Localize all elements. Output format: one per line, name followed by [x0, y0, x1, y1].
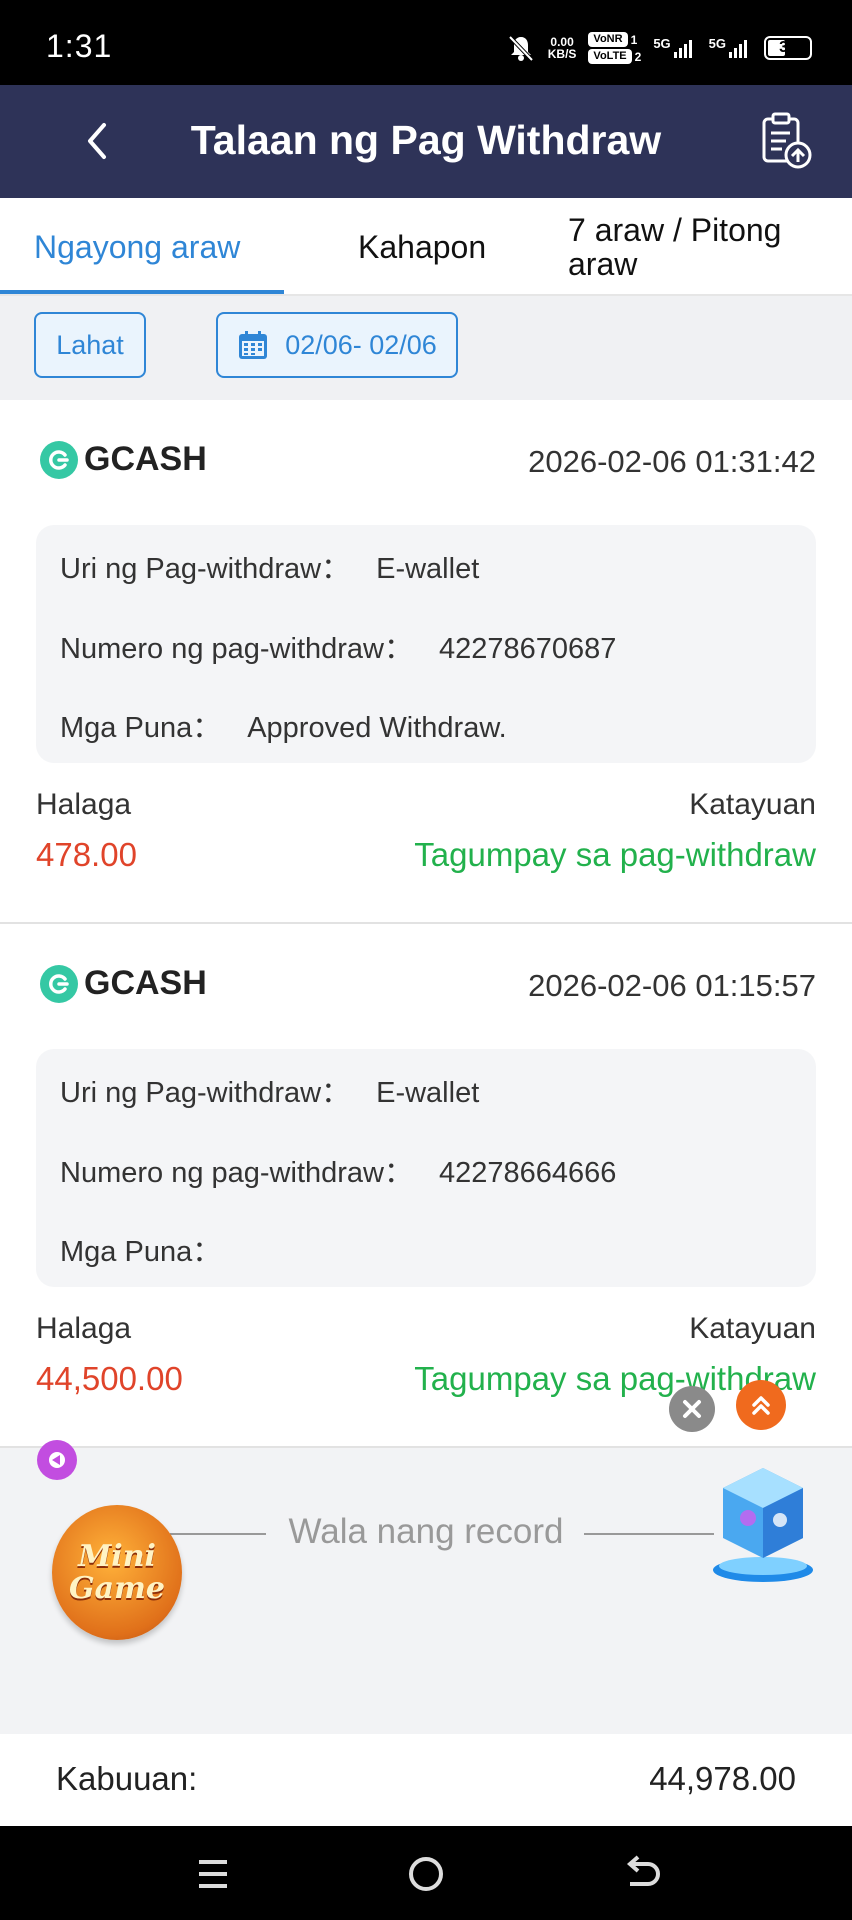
amount-value: 478.00	[36, 836, 137, 873]
minigame-text-2: Game	[69, 1570, 165, 1606]
total-label: Kabuuan:	[56, 1760, 198, 1797]
mystery-cube-icon[interactable]	[708, 1458, 818, 1588]
status-label: Katayuan	[689, 788, 816, 821]
tab-today[interactable]: Ngayong araw	[34, 198, 240, 296]
scroll-top-button[interactable]	[736, 1380, 786, 1430]
provider-name: GCASH	[84, 440, 207, 478]
withdraw-number-row: Numero ng pag-withdraw： 42278664666	[60, 1157, 617, 1189]
filter-all-button[interactable]: Lahat	[34, 312, 146, 378]
battery-icon: 39	[764, 36, 812, 60]
signal-bars-icon	[729, 40, 747, 58]
filter-bar: Lahat 02/06- 02/06	[0, 296, 852, 400]
menu-icon[interactable]	[191, 1852, 235, 1896]
gcash-logo-icon	[40, 964, 78, 1003]
withdraw-type-row: Uri ng Pag-withdraw： E-wallet	[60, 1077, 480, 1109]
separator-line-right	[584, 1533, 714, 1535]
total-value: 44,978.00	[649, 1760, 796, 1797]
mute-bell-icon	[508, 35, 534, 62]
system-nav-bar	[0, 1826, 852, 1920]
volte-badge: VoNR 1 VoLTE 2	[588, 32, 641, 64]
net-speed: 0.00 KB/S	[547, 35, 577, 61]
tab-seven-days[interactable]: 7 araw / Pitong araw	[568, 198, 828, 296]
page-header: Talaan ng Pag Withdraw	[0, 85, 852, 198]
amount-label: Halaga	[36, 1312, 132, 1345]
double-chevron-up-icon	[752, 1396, 770, 1415]
clipboard-upload-icon[interactable]	[758, 111, 814, 171]
status-bar: 1:31 0.00 KB/S VoNR 1 VoLTE 2 5G 5G 39	[0, 0, 852, 85]
minigame-text-1: Mini	[78, 1538, 156, 1574]
withdraw-number-row: Numero ng pag-withdraw： 42278670687	[60, 633, 617, 665]
back-icon[interactable]	[618, 1852, 662, 1896]
remarks-row: Mga Puna： Approved Withdraw.	[60, 712, 507, 744]
remarks-row: Mga Puna：	[60, 1236, 222, 1268]
amount-label: Halaga	[36, 788, 132, 821]
date-tabs: Ngayong araw Kahapon 7 araw / Pitong ara…	[0, 198, 852, 296]
minigame-button[interactable]: Mini Game	[52, 1505, 182, 1640]
record-datetime: 2026-02-06 01:15:57	[528, 968, 816, 1003]
signal-2: 5G	[709, 36, 752, 60]
withdraw-type-row: Uri ng Pag-withdraw： E-wallet	[60, 553, 480, 585]
status-value: Tagumpay sa pag-withdraw	[414, 836, 816, 873]
total-bar: Kabuuan: 44,978.00	[0, 1734, 852, 1826]
record-details: Uri ng Pag-withdraw： E-wallet Numero ng p…	[36, 1049, 816, 1287]
close-float-button[interactable]	[669, 1386, 715, 1432]
withdraw-record-card: GCASH 2026-02-06 01:31:42 Uri ng Pag-wit…	[0, 400, 852, 922]
date-range-text: 02/06- 02/06	[285, 329, 437, 360]
amount-value: 44,500.00	[36, 1360, 183, 1397]
date-range-button[interactable]: 02/06- 02/06	[216, 312, 458, 378]
provider: GCASH	[40, 440, 207, 479]
active-tab-indicator	[0, 290, 284, 294]
close-icon	[683, 1400, 701, 1418]
provider: GCASH	[40, 964, 207, 1003]
provider-name: GCASH	[84, 964, 207, 1002]
signal-1: 5G	[653, 36, 696, 60]
collapse-float-button[interactable]	[37, 1440, 77, 1480]
gcash-logo-icon	[40, 440, 78, 479]
status-icons: 0.00 KB/S VoNR 1 VoLTE 2 5G 5G 39	[506, 28, 812, 68]
calendar-icon	[239, 331, 268, 359]
withdraw-record-card: GCASH 2026-02-06 01:15:57 Uri ng Pag-wit…	[0, 924, 852, 1448]
page-title: Talaan ng Pag Withdraw	[190, 117, 662, 163]
tab-yesterday[interactable]: Kahapon	[358, 198, 486, 296]
play-left-icon	[49, 1452, 65, 1468]
record-datetime: 2026-02-06 01:31:42	[528, 444, 816, 479]
signal-bars-icon	[673, 40, 692, 58]
home-icon[interactable]	[404, 1852, 448, 1896]
status-label: Katayuan	[689, 1312, 816, 1345]
status-time: 1:31	[46, 28, 113, 64]
record-details: Uri ng Pag-withdraw： E-wallet Numero ng p…	[36, 525, 816, 763]
